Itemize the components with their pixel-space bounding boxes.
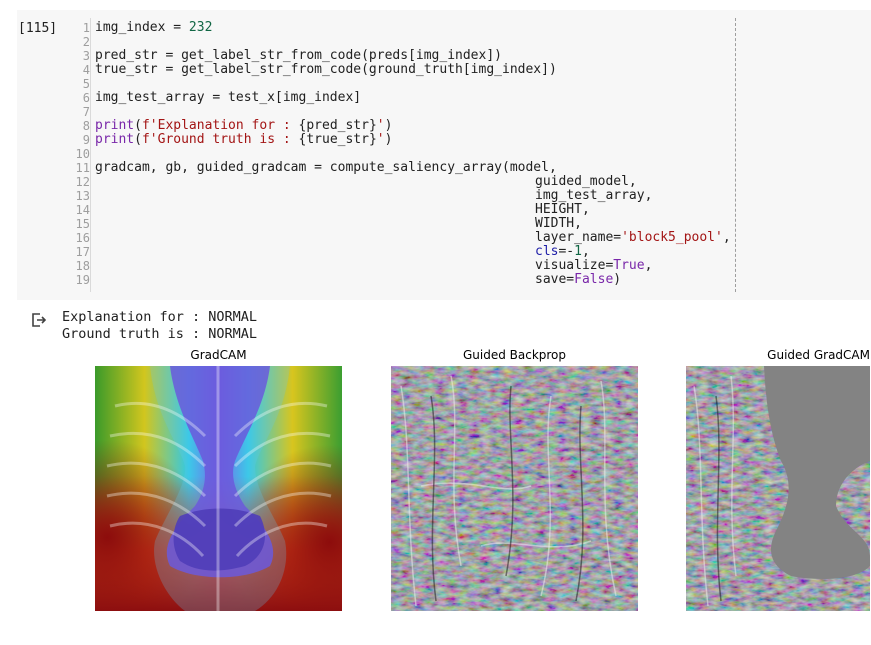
line-length-ruler xyxy=(735,18,736,292)
gradcam-image xyxy=(95,366,342,611)
line-number: 10 xyxy=(75,147,90,161)
code-string: 'block5_pool' xyxy=(621,230,723,245)
code-keyword-arg: cls xyxy=(535,244,559,259)
line-number: 14 xyxy=(75,203,90,217)
code-text: img_index = xyxy=(95,20,189,35)
code-line-11: gradcam, gb, guided_gradcam = compute_sa… xyxy=(95,160,557,175)
line-number: 5 xyxy=(82,77,90,91)
line-number: 3 xyxy=(82,49,90,63)
line-number: 11 xyxy=(75,161,90,175)
code-text: WIDTH, xyxy=(535,216,582,231)
code-number: 232 xyxy=(188,20,213,35)
guided-backprop-title: Guided Backprop xyxy=(462,348,567,362)
code-cell[interactable]: [115] 1 2 3 4 5 6 7 8 9 10 11 12 13 14 1… xyxy=(17,10,871,300)
output-redirect-icon[interactable] xyxy=(30,311,48,329)
line-number: 13 xyxy=(75,189,90,203)
output-stream: Explanation for : NORMAL Ground truth is… xyxy=(62,309,257,343)
line-number: 19 xyxy=(75,273,90,287)
code-text: ) xyxy=(384,132,393,147)
code-string: f'Explanation for : xyxy=(141,118,299,133)
code-text: save= xyxy=(535,272,575,287)
code-line-19: save=False) xyxy=(95,273,731,287)
code-text: , xyxy=(581,244,590,259)
code-line-16: layer_name='block5_pool', xyxy=(95,231,731,245)
code-string: ' xyxy=(376,118,385,133)
code-boolean: False xyxy=(574,272,614,287)
code-number: 1 xyxy=(574,244,582,259)
line-number: 9 xyxy=(82,133,90,147)
code-text: , xyxy=(722,230,731,245)
code-text: visualize= xyxy=(535,258,614,273)
code-keyword: print xyxy=(95,132,135,147)
execution-count: [115] xyxy=(18,21,58,36)
code-line-1: img_index = 232 xyxy=(95,21,731,35)
line-number: 1 xyxy=(82,21,90,35)
code-line-9: print(f'Ground truth is : {true_str}') xyxy=(95,133,731,147)
line-number: 4 xyxy=(82,63,90,77)
code-text: ( xyxy=(134,118,142,133)
line-number: 12 xyxy=(75,175,90,189)
line-number: 16 xyxy=(75,231,90,245)
output-line: Ground truth is : NORMAL xyxy=(62,326,258,342)
gradcam-title: GradCAM xyxy=(190,348,247,362)
code-line-12: guided_model, xyxy=(95,175,731,189)
line-number: 18 xyxy=(75,259,90,273)
code-text: =- xyxy=(558,244,575,259)
code-string: ' xyxy=(376,132,385,147)
code-text: img_test_array, xyxy=(535,188,653,203)
gutter-divider xyxy=(90,18,91,292)
guided-gradcam-image xyxy=(686,366,870,611)
code-text: ) xyxy=(613,272,622,287)
code-line-18: visualize=True, xyxy=(95,259,731,273)
code-text: {true_str} xyxy=(298,132,377,147)
output-line: Explanation for : NORMAL xyxy=(62,309,258,325)
line-number: 15 xyxy=(75,217,90,231)
code-line-4: true_str = get_label_str_from_code(groun… xyxy=(95,62,557,77)
code-boolean: True xyxy=(613,258,645,273)
line-number: 6 xyxy=(82,91,90,105)
code-string: f'Ground truth is : xyxy=(141,132,299,147)
code-line-8: print(f'Explanation for : {pred_str}') xyxy=(95,119,731,133)
line-number-gutter: 1 2 3 4 5 6 7 8 9 10 11 12 13 14 15 16 1… xyxy=(72,21,90,287)
code-text: ) xyxy=(384,118,393,133)
code-keyword: print xyxy=(95,118,135,133)
code-text: , xyxy=(644,258,653,273)
code-line-17: cls=-1, xyxy=(95,245,731,259)
code-line-13: img_test_array, xyxy=(95,189,731,203)
line-number: 17 xyxy=(75,245,90,259)
code-text: layer_name= xyxy=(535,230,622,245)
guided-gradcam-title: Guided GradCAM xyxy=(767,348,870,362)
line-number: 8 xyxy=(82,119,90,133)
code-line-3: pred_str = get_label_str_from_code(preds… xyxy=(95,48,502,63)
code-line-14: HEIGHT, xyxy=(95,203,731,217)
code-text: ( xyxy=(134,132,142,147)
code-editor[interactable]: img_index = 232 pred_str = get_label_str… xyxy=(95,21,731,287)
code-text: {pred_str} xyxy=(298,118,377,133)
code-line-15: WIDTH, xyxy=(95,217,731,231)
line-number: 2 xyxy=(82,35,90,49)
code-line-6: img_test_array = test_x[img_index] xyxy=(95,90,362,105)
code-text: guided_model, xyxy=(535,174,637,189)
line-number: 7 xyxy=(82,105,90,119)
guided-backprop-image xyxy=(391,366,638,611)
code-text: HEIGHT, xyxy=(535,202,590,217)
